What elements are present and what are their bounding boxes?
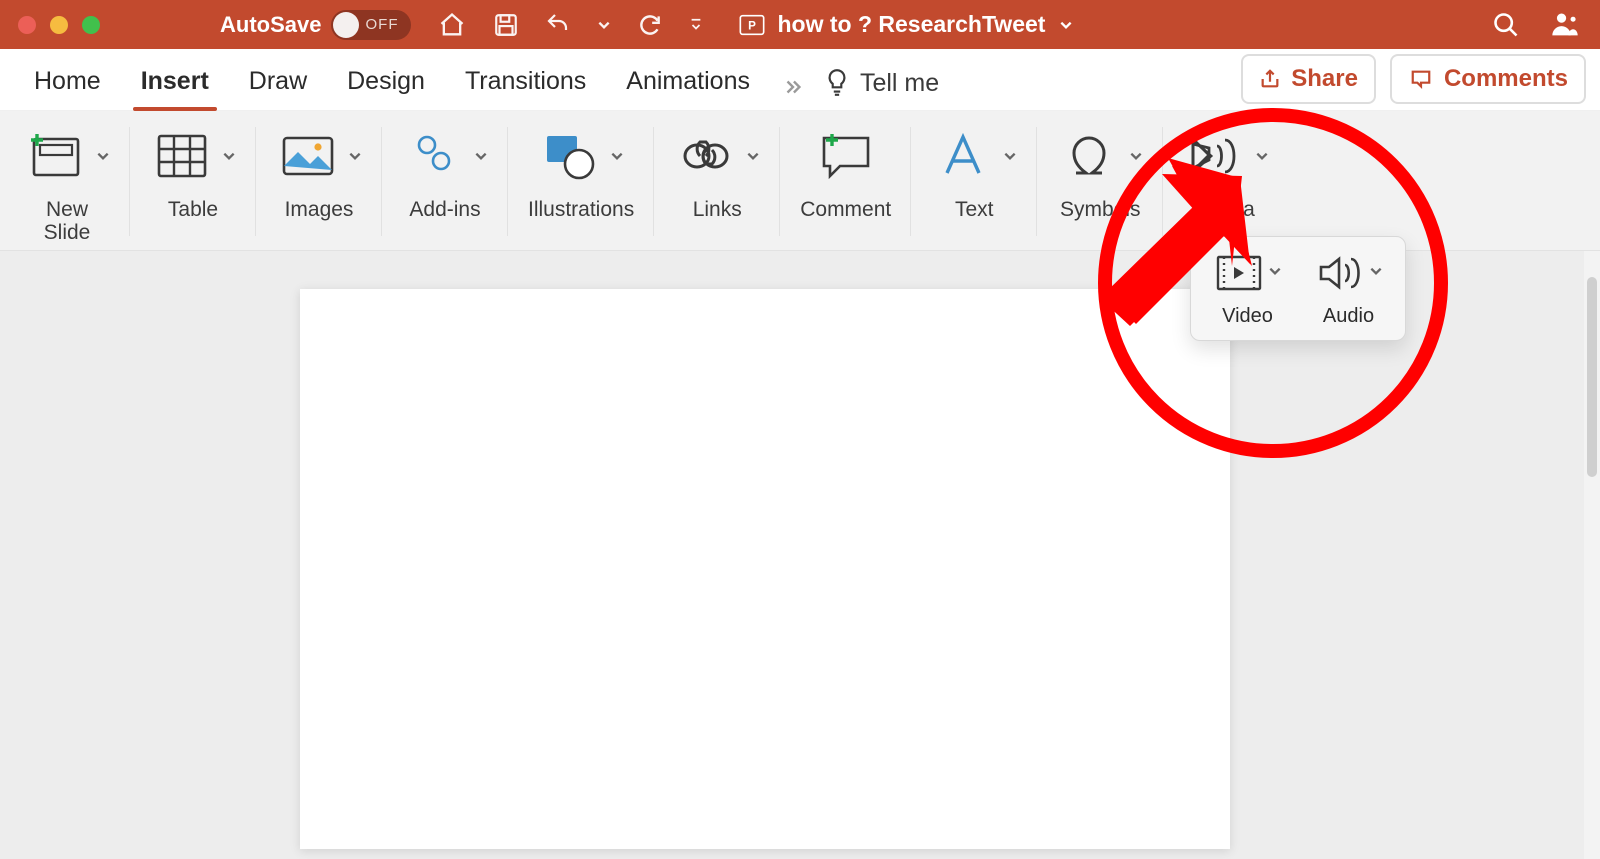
qat-customize-icon[interactable] (689, 18, 703, 32)
media-button[interactable] (1183, 128, 1247, 184)
illustrations-button[interactable] (538, 128, 602, 184)
document-title[interactable]: how to ? ResearchTweet (777, 11, 1045, 38)
video-icon (1214, 253, 1264, 293)
undo-icon[interactable] (545, 13, 571, 37)
ribbon-insert: New Slide Table Images Add-ins (0, 111, 1600, 251)
new-slide-button[interactable] (24, 128, 88, 184)
tab-insert-label: Insert (141, 67, 209, 95)
group-comment: Comment (780, 117, 911, 250)
links-button[interactable] (674, 128, 738, 184)
addins-button[interactable] (402, 128, 466, 184)
group-new-slide-label: New Slide (44, 199, 91, 244)
autosave-toggle[interactable]: OFF (331, 10, 411, 40)
titlebar: AutoSave OFF P how to ? ResearchTweet (0, 0, 1600, 49)
ribbon-tabs: Home Insert Draw Design Transitions Anim… (0, 49, 1600, 111)
traffic-close-dot[interactable] (18, 16, 36, 34)
autosave-toggle-knob (333, 12, 359, 38)
tab-home[interactable]: Home (14, 53, 121, 110)
comments-label: Comments (1444, 65, 1568, 93)
slide[interactable] (300, 289, 1230, 849)
text-button[interactable] (931, 128, 995, 184)
new-slide-dropdown-icon[interactable] (96, 149, 110, 163)
autosave-label: AutoSave (220, 12, 321, 38)
save-icon[interactable] (493, 12, 519, 38)
audio-icon (1315, 253, 1365, 293)
group-new-slide: New Slide (4, 117, 130, 250)
media-dropdown-icon[interactable] (1255, 149, 1269, 163)
group-illustrations: Illustrations (508, 117, 654, 250)
slide-canvas-area (0, 251, 1600, 859)
vertical-scrollbar[interactable] (1584, 251, 1600, 859)
search-icon[interactable] (1492, 11, 1520, 39)
home-icon[interactable] (437, 11, 467, 39)
window-control-dots (18, 16, 100, 34)
tab-transitions[interactable]: Transitions (445, 53, 606, 110)
document-title-group: P how to ? ResearchTweet (737, 11, 1073, 39)
group-symbols: Symbols (1037, 117, 1163, 250)
group-media: Media (1163, 117, 1309, 250)
account-icon[interactable] (1548, 10, 1582, 40)
tab-draw[interactable]: Draw (229, 53, 327, 110)
group-text-label: Text (955, 199, 994, 222)
media-dropdown: Video Audio (1190, 236, 1406, 341)
group-links: Links (654, 117, 780, 250)
comments-button[interactable]: Comments (1390, 54, 1586, 104)
titlebar-right (1492, 10, 1582, 40)
images-dropdown-icon[interactable] (348, 149, 362, 163)
media-video-button[interactable]: Video (1197, 249, 1298, 332)
comment-button[interactable] (814, 128, 878, 184)
tab-home-label: Home (34, 67, 101, 95)
media-audio-button[interactable]: Audio (1298, 249, 1399, 332)
table-button[interactable] (150, 128, 214, 184)
autosave-state: OFF (365, 16, 398, 33)
scrollbar-thumb[interactable] (1587, 277, 1597, 477)
addins-dropdown-icon[interactable] (474, 149, 488, 163)
tab-animations[interactable]: Animations (606, 53, 770, 110)
group-symbols-label: Symbols (1060, 199, 1141, 222)
traffic-zoom-dot[interactable] (82, 16, 100, 34)
traffic-minimize-dot[interactable] (50, 16, 68, 34)
powerpoint-file-icon: P (737, 11, 767, 39)
symbols-button[interactable] (1057, 128, 1121, 184)
group-links-label: Links (693, 199, 742, 222)
document-title-dropdown-icon[interactable] (1059, 18, 1073, 32)
group-table: Table (130, 117, 256, 250)
media-audio-label: Audio (1323, 305, 1374, 328)
undo-dropdown-icon[interactable] (597, 18, 611, 32)
table-dropdown-icon[interactable] (222, 149, 236, 163)
group-images: Images (256, 117, 382, 250)
tab-draw-label: Draw (249, 67, 307, 95)
tell-me[interactable]: Tell me (816, 56, 947, 110)
media-video-caret-icon[interactable] (1268, 264, 1282, 283)
group-images-label: Images (285, 199, 354, 222)
tab-transitions-label: Transitions (465, 67, 586, 95)
group-table-label: Table (168, 199, 218, 222)
share-label: Share (1291, 65, 1358, 93)
symbols-dropdown-icon[interactable] (1129, 149, 1143, 163)
images-button[interactable] (276, 128, 340, 184)
text-dropdown-icon[interactable] (1003, 149, 1017, 163)
tab-insert[interactable]: Insert (121, 53, 229, 110)
media-audio-caret-icon[interactable] (1369, 264, 1383, 283)
repeat-icon[interactable] (637, 12, 663, 38)
group-text: Text (911, 117, 1037, 250)
group-addins-label: Add-ins (409, 199, 480, 222)
tabs-overflow[interactable] (770, 64, 816, 110)
group-media-label: Media (1198, 199, 1255, 222)
group-comment-label: Comment (800, 199, 891, 222)
quick-access-toolbar (437, 11, 703, 39)
group-addins: Add-ins (382, 117, 508, 250)
group-illustrations-label: Illustrations (528, 199, 634, 222)
illustrations-dropdown-icon[interactable] (610, 149, 624, 163)
tab-design-label: Design (347, 67, 425, 95)
tab-design[interactable]: Design (327, 53, 445, 110)
svg-text:P: P (749, 19, 757, 32)
share-button[interactable]: Share (1241, 54, 1376, 104)
tab-animations-label: Animations (626, 67, 750, 95)
media-video-label: Video (1222, 305, 1273, 328)
links-dropdown-icon[interactable] (746, 149, 760, 163)
tell-me-label: Tell me (860, 69, 939, 98)
autosave-toggle-group: AutoSave OFF (220, 10, 411, 40)
